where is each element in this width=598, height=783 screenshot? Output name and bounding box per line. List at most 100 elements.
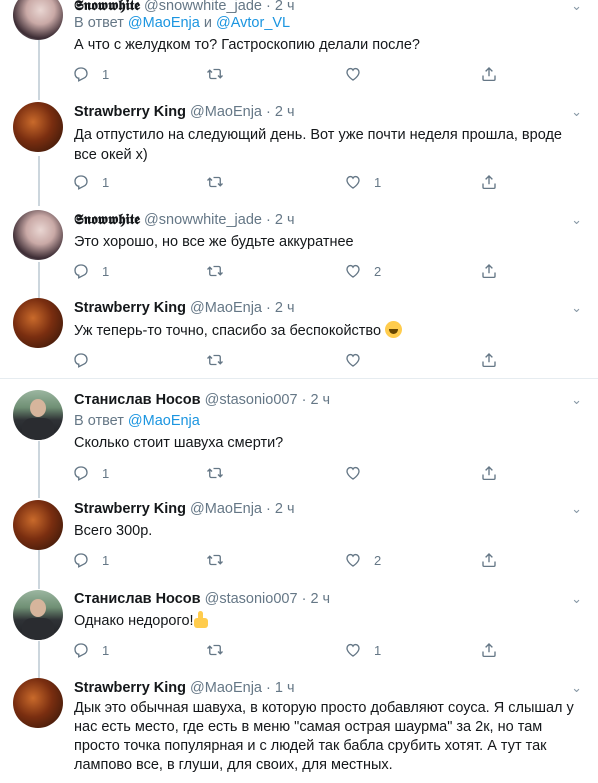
author-name[interactable]: Strawberry King	[74, 104, 186, 120]
share-button[interactable]	[480, 261, 498, 281]
separator-dot: ·	[266, 501, 271, 517]
share-button[interactable]	[480, 640, 498, 660]
mention-link[interactable]: @MaoEnja	[128, 15, 200, 31]
like-button[interactable]: 2	[344, 550, 381, 570]
tweet[interactable]: Strawberry King @MaoEnja · 1 ч ⌄ Дык это…	[0, 668, 598, 783]
timestamp[interactable]: 2 ч	[275, 501, 295, 517]
like-button[interactable]	[344, 350, 374, 370]
tweet[interactable]: Strawberry King @MaoEnja · 2 ч ⌄ Да отпу…	[0, 92, 598, 198]
retweet-button[interactable]	[206, 261, 236, 281]
chevron-down-icon[interactable]: ⌄	[571, 591, 582, 607]
author-name[interactable]: Strawberry King	[74, 501, 186, 517]
tweet[interactable]: Strawberry King @MaoEnja · 2 ч ⌄ Всего 3…	[0, 488, 598, 578]
author-handle[interactable]: @MaoEnja	[190, 104, 262, 120]
avatar[interactable]	[13, 298, 63, 348]
reply-context: В ответ @MaoEnja и @Avtor_VL	[74, 15, 290, 31]
retweet-button[interactable]	[206, 463, 236, 483]
tweet-text-row: Однако недорого!	[74, 611, 584, 631]
tweet-actions: 1 2	[72, 550, 502, 570]
timestamp[interactable]: 2 ч	[275, 0, 295, 14]
author-name[interactable]: Станислав Носов	[74, 591, 201, 607]
reply-button[interactable]: 1	[72, 463, 109, 483]
timestamp[interactable]: 1 ч	[275, 680, 295, 696]
chevron-down-icon[interactable]: ⌄	[571, 300, 582, 316]
like-button[interactable]	[344, 463, 374, 483]
avatar[interactable]	[13, 590, 63, 640]
author-name[interactable]: 𝕾𝖓𝖔𝖜𝖜𝖍𝖎𝖙𝖊	[74, 212, 140, 228]
mention-link[interactable]: @Avtor_VL	[216, 15, 290, 31]
author-name[interactable]: Станислав Носов	[74, 392, 201, 408]
author-handle[interactable]: @snowwhite_jade	[144, 0, 262, 14]
chevron-down-icon[interactable]: ⌄	[571, 501, 582, 517]
reply-prefix: В ответ	[74, 413, 128, 429]
reply-icon	[72, 641, 90, 659]
timestamp[interactable]: 2 ч	[310, 591, 330, 607]
share-icon	[480, 351, 498, 369]
tweet-header: Strawberry King @MaoEnja · 2 ч	[74, 501, 295, 517]
share-button[interactable]	[480, 463, 498, 483]
avatar[interactable]	[13, 0, 63, 40]
grinning-face-emoji	[385, 321, 403, 338]
retweet-icon	[206, 65, 224, 83]
chevron-down-icon[interactable]: ⌄	[571, 104, 582, 120]
like-button[interactable]: 1	[344, 640, 381, 660]
share-button[interactable]	[480, 550, 498, 570]
chevron-down-icon[interactable]: ⌄	[571, 212, 582, 228]
tweet[interactable]: 𝕾𝖓𝖔𝖜𝖜𝖍𝖎𝖙𝖊 @snowwhite_jade · 2 ч ⌄ В отве…	[0, 0, 598, 92]
like-count: 2	[374, 552, 382, 568]
like-button[interactable]: 1	[344, 172, 381, 192]
share-icon	[480, 65, 498, 83]
author-handle[interactable]: @MaoEnja	[190, 300, 262, 316]
like-button[interactable]: 2	[344, 261, 381, 281]
timestamp[interactable]: 2 ч	[275, 300, 295, 316]
retweet-button[interactable]	[206, 350, 236, 370]
retweet-button[interactable]	[206, 172, 236, 192]
share-button[interactable]	[480, 350, 498, 370]
avatar[interactable]	[13, 102, 63, 152]
author-handle[interactable]: @stasonio007	[205, 591, 298, 607]
author-handle[interactable]: @MaoEnja	[190, 501, 262, 517]
mention-link[interactable]: @MaoEnja	[128, 413, 200, 429]
chevron-down-icon[interactable]: ⌄	[571, 392, 582, 408]
timestamp[interactable]: 2 ч	[310, 392, 330, 408]
tweet[interactable]: Станислав Носов @stasonio007 · 2 ч ⌄ В о…	[0, 378, 598, 488]
tweet[interactable]: Strawberry King @MaoEnja · 2 ч ⌄ Уж тепе…	[0, 286, 598, 378]
author-handle[interactable]: @snowwhite_jade	[144, 212, 262, 228]
separator-dot: ·	[265, 0, 271, 14]
reply-button[interactable]: 1	[72, 550, 109, 570]
tweet[interactable]: 𝕾𝖓𝖔𝖜𝖜𝖍𝖎𝖙𝖊 @snowwhite_jade · 2 ч ⌄ Это хо…	[0, 198, 598, 286]
author-name[interactable]: Strawberry King	[74, 300, 186, 316]
avatar[interactable]	[13, 500, 63, 550]
author-name[interactable]: 𝕾𝖓𝖔𝖜𝖜𝖍𝖎𝖙𝖊	[74, 0, 140, 14]
author-name[interactable]: Strawberry King	[74, 680, 186, 696]
share-icon	[480, 551, 498, 569]
reply-button[interactable]: 1	[72, 640, 109, 660]
tweet[interactable]: Станислав Носов @stasonio007 · 2 ч ⌄ Одн…	[0, 578, 598, 668]
reply-button[interactable]: 1	[72, 261, 109, 281]
separator-dot: ·	[266, 680, 271, 696]
share-button[interactable]	[480, 64, 498, 84]
timestamp[interactable]: 2 ч	[275, 104, 295, 120]
avatar[interactable]	[13, 210, 63, 260]
reply-button[interactable]	[72, 350, 102, 370]
author-handle[interactable]: @stasonio007	[205, 392, 298, 408]
share-button[interactable]	[480, 172, 498, 192]
tweet-header: Станислав Носов @stasonio007 · 2 ч	[74, 591, 330, 607]
reply-button[interactable]: 1	[72, 64, 109, 84]
chevron-down-icon[interactable]: ⌄	[571, 680, 582, 696]
author-handle[interactable]: @MaoEnja	[190, 680, 262, 696]
chevron-down-icon[interactable]: ⌄	[571, 0, 582, 14]
tweet-actions	[72, 350, 502, 370]
retweet-icon	[206, 351, 224, 369]
heart-icon	[344, 641, 362, 659]
timestamp[interactable]: 2 ч	[275, 212, 295, 228]
reply-count: 1	[102, 465, 110, 481]
avatar[interactable]	[13, 390, 63, 440]
avatar[interactable]	[13, 678, 63, 728]
reply-button[interactable]: 1	[72, 172, 109, 192]
retweet-button[interactable]	[206, 550, 236, 570]
retweet-icon	[206, 641, 224, 659]
retweet-button[interactable]	[206, 640, 236, 660]
like-button[interactable]	[344, 64, 374, 84]
retweet-button[interactable]	[206, 64, 236, 84]
